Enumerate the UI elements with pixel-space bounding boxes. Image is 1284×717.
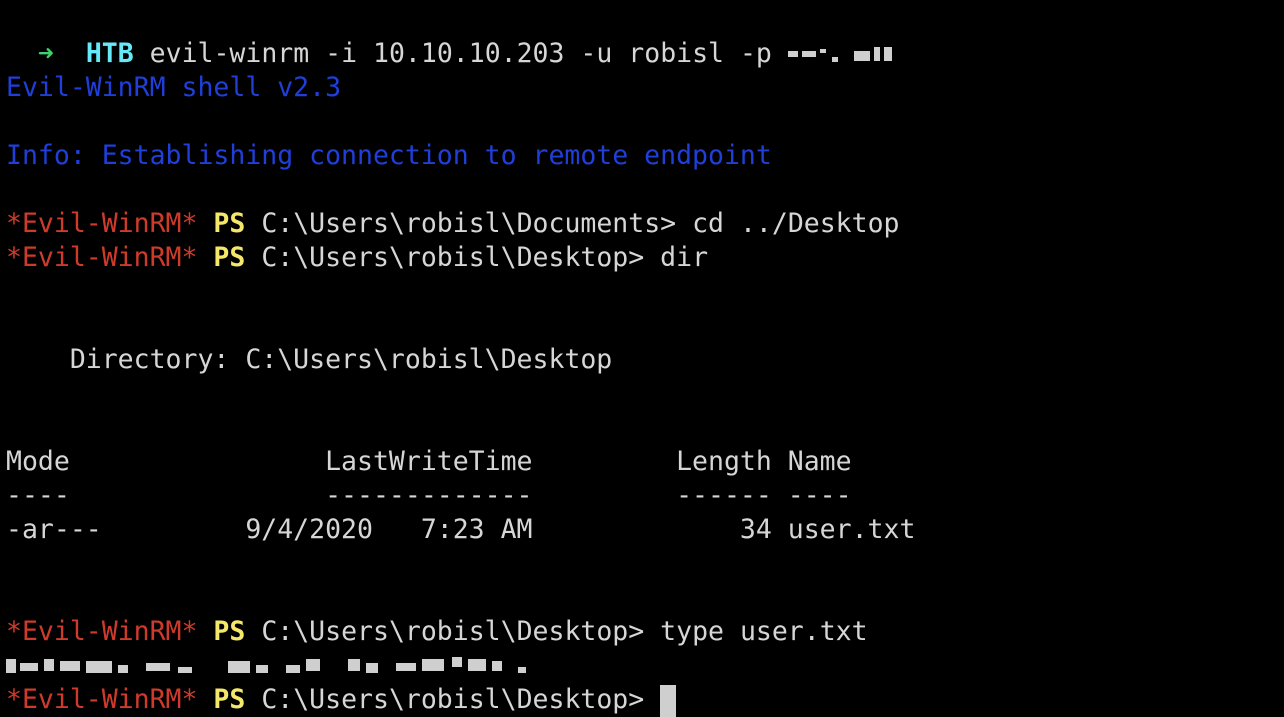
prompt-path: C:\Users\robisl\Desktop> (261, 684, 645, 715)
shell-name: *Evil-WinRM* (6, 684, 198, 715)
shell-prompt-line: *Evil-WinRM* PS C:\Users\robisl\Desktop>… (6, 241, 708, 275)
shell-prompt-line: *Evil-WinRM* PS C:\Users\robisl\Document… (6, 207, 900, 241)
shell-name: *Evil-WinRM* (6, 616, 198, 647)
info-message: Info: Establishing connection to remote … (6, 140, 772, 171)
prompt-path: C:\Users\robisl\Desktop> (261, 242, 645, 273)
shell-prompt-line: *Evil-WinRM* PS C:\Users\robisl\Desktop> (6, 683, 677, 717)
directory-label: Directory: C:\Users\robisl\Desktop (6, 344, 613, 375)
ps-label: PS (213, 208, 246, 239)
prompt-input: dir (644, 242, 709, 273)
evil-winrm-banner: Evil-WinRM shell v2.3 (6, 72, 342, 103)
table-row: -ar--- 9/4/2020 7:23 AM 34 user.txt (6, 514, 916, 545)
local-prompt-line: ➜ HTB evil-winrm -i 10.10.10.203 -u robi… (6, 3, 908, 69)
prompt-input: type user.txt (644, 616, 868, 647)
redacted-flag (6, 656, 546, 677)
shell-name: *Evil-WinRM* (6, 242, 198, 273)
redacted-password (787, 46, 908, 63)
evil-winrm-command: evil-winrm -i 10.10.10.203 -u robisl -p (149, 38, 772, 69)
prompt-directory: HTB (85, 38, 134, 69)
prompt-input (644, 684, 660, 715)
prompt-path: C:\Users\robisl\Documents> (261, 208, 677, 239)
prompt-arrow-icon: ➜ (37, 38, 54, 69)
shell-name: *Evil-WinRM* (6, 208, 198, 239)
table-header: Mode LastWriteTime Length Name (6, 446, 852, 477)
terminal-cursor[interactable] (660, 684, 677, 717)
ps-label: PS (213, 242, 246, 273)
ps-label: PS (213, 616, 246, 647)
redacted-flag-output (6, 649, 546, 683)
prompt-input: cd ../Desktop (676, 208, 900, 239)
ps-label: PS (213, 684, 246, 715)
table-underline: ---- ------------- ------ ---- (6, 480, 852, 511)
shell-prompt-line: *Evil-WinRM* PS C:\Users\robisl\Desktop>… (6, 615, 868, 649)
prompt-path: C:\Users\robisl\Desktop> (261, 616, 645, 647)
